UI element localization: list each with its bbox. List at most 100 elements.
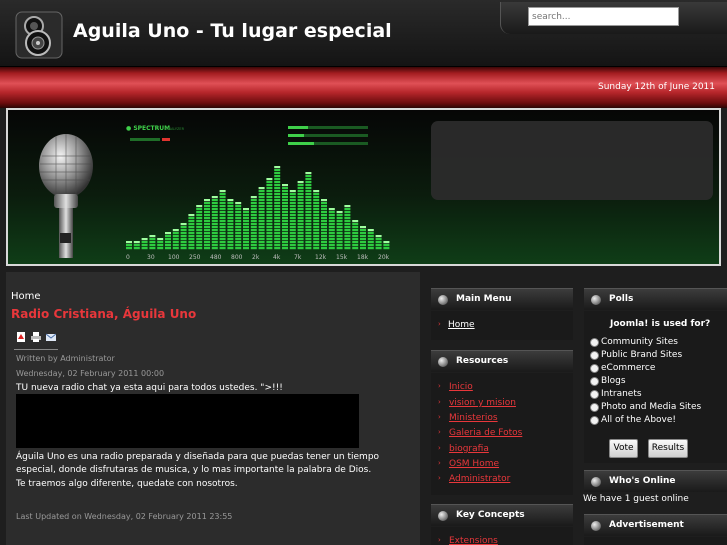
module-key-concepts-heading: Key Concepts [456,510,525,520]
spectrum-bar-segment [266,223,273,226]
spectrum-bar-segment [258,202,265,205]
spectrum-bar-segment [336,235,343,238]
spectrum-bar-segment [188,226,195,229]
resource-link-ministerios[interactable]: Ministerios [449,413,498,423]
spectrum-bar-segment [243,232,249,235]
spectrum-bar-segment [133,241,140,244]
spectrum-bar-segment [305,238,312,241]
spectrum-bar-segment [282,238,288,241]
spectrum-bar-segment [360,226,366,229]
spectrum-bar-segment [227,244,234,247]
spectrum-bar-segment [274,172,281,175]
spectrum-bar-segment [227,247,234,250]
spectrum-bar-segment [313,229,320,232]
results-button[interactable]: Results [648,439,688,458]
resource-link-inicio[interactable]: Inicio [449,382,473,392]
embedded-player[interactable] [16,394,359,448]
spectrum-bar-segment [258,241,265,244]
poll-radio[interactable] [590,364,599,373]
spectrum-bar-segment [289,244,296,247]
poll-option-label: Public Brand Sites [601,350,683,360]
spectrum-bar-segment [274,193,281,196]
spectrum-bar-segment [305,178,312,181]
poll-option-label: Photo and Media Sites [601,402,702,412]
article-title[interactable]: Radio Cristiana, Águila Uno [11,307,196,321]
spectrum-bar-segment [274,235,281,238]
concept-link-extensions[interactable]: Extensions [449,536,498,545]
search-input[interactable] [528,7,679,26]
spectrum-bar-segment [165,238,171,241]
article-modified-date: Last Updated on Wednesday, 02 February 2… [16,512,233,521]
spectrum-bar-segment [211,196,218,199]
current-date: Sunday 12th of June 2011 [598,82,715,92]
spectrum-bar-segment [274,217,281,220]
spectrum-bar-segment [313,247,320,250]
spectrum-bar-segment [149,241,156,244]
spectrum-bar-segment [336,223,343,226]
resource-link-osm-home[interactable]: OSM Home [449,459,499,469]
spectrum-freq-label: 7k [294,254,302,260]
spectrum-bar-segment [367,229,374,232]
resource-link-administrator[interactable]: Administrator [449,474,510,484]
menu-item-home[interactable]: Home [448,320,475,330]
spectrum-bar-segment [196,241,203,244]
spectrum-bar-segment [204,244,210,247]
spectrum-bar-segment [149,235,156,238]
spectrum-bar-segment [243,244,249,247]
spectrum-bar-segment [313,223,320,226]
spectrum-bar-segment [180,241,187,244]
resource-link-biografia[interactable]: biografia [449,444,489,454]
spectrum-bar-segment [165,232,171,235]
arrow-icon: › [438,398,441,406]
spectrum-bar-segment [172,229,179,232]
poll-radio[interactable] [590,338,599,347]
site-title[interactable]: Aguila Uno - Tu lugar especial [73,20,392,42]
spectrum-bar-segment [297,235,304,238]
breadcrumb[interactable]: Home [11,291,41,302]
spectrum-bar-segment [188,214,195,217]
poll-radio[interactable] [590,377,599,386]
spectrum-bar-segment [344,247,351,250]
poll-radio[interactable] [590,390,599,399]
email-icon[interactable] [46,332,56,342]
spectrum-bar-segment [219,226,226,229]
spectrum-bar-segment [305,226,312,229]
spectrum-bar-segment [188,229,195,232]
spectrum-bar-segment [266,238,273,241]
spectrum-bar-segment [274,175,281,178]
spectrum-bar-segment [321,202,327,205]
spectrum-bar-segment [219,190,226,193]
poll-radio[interactable] [590,403,599,412]
spectrum-bar-segment [367,232,374,235]
spectrum-bar-segment [243,229,249,232]
spectrum-bar-segment [204,223,210,226]
spectrum-bar-segment [172,238,179,241]
spectrum-bar-segment [297,211,304,214]
spectrum-bar-segment [321,214,327,217]
spectrum-bar-segment [297,187,304,190]
poll-radio[interactable] [590,416,599,425]
spectrum-bar-segment [227,217,234,220]
spectrum-bar-segment [157,244,164,247]
spectrum-bar-segment [227,238,234,241]
article-author: Written by Administrator [16,354,115,363]
spectrum-bar-segment [172,244,179,247]
spectrum-bar-segment [321,247,327,250]
poll-option-label: eCommerce [601,363,656,373]
vote-button[interactable]: Vote [609,439,638,458]
spectrum-bar-segment [219,214,226,217]
article-tagline: Te traemos algo diferente, quedate con n… [16,479,238,489]
spectrum-bar-segment [328,238,335,241]
spectrum-bar-segment [266,193,273,196]
print-icon[interactable] [31,332,41,342]
spectrum-bar-segment [258,217,265,220]
poll-radio[interactable] [590,351,599,360]
spectrum-bar-segment [336,217,343,220]
spectrum-bar-segment [274,229,281,232]
pdf-icon[interactable] [16,332,26,342]
spectrum-bar-segment [243,208,249,211]
resource-link-galeria[interactable]: Galeria de Fotos [449,428,522,438]
spectrum-bar-segment [266,217,273,220]
resource-link-vision[interactable]: vision y mision [449,398,516,408]
spectrum-analyzer-image: ● SPECTRUM ANALYZER 0 30 100 250 480 800 2k 4k 7… [126,125,390,260]
